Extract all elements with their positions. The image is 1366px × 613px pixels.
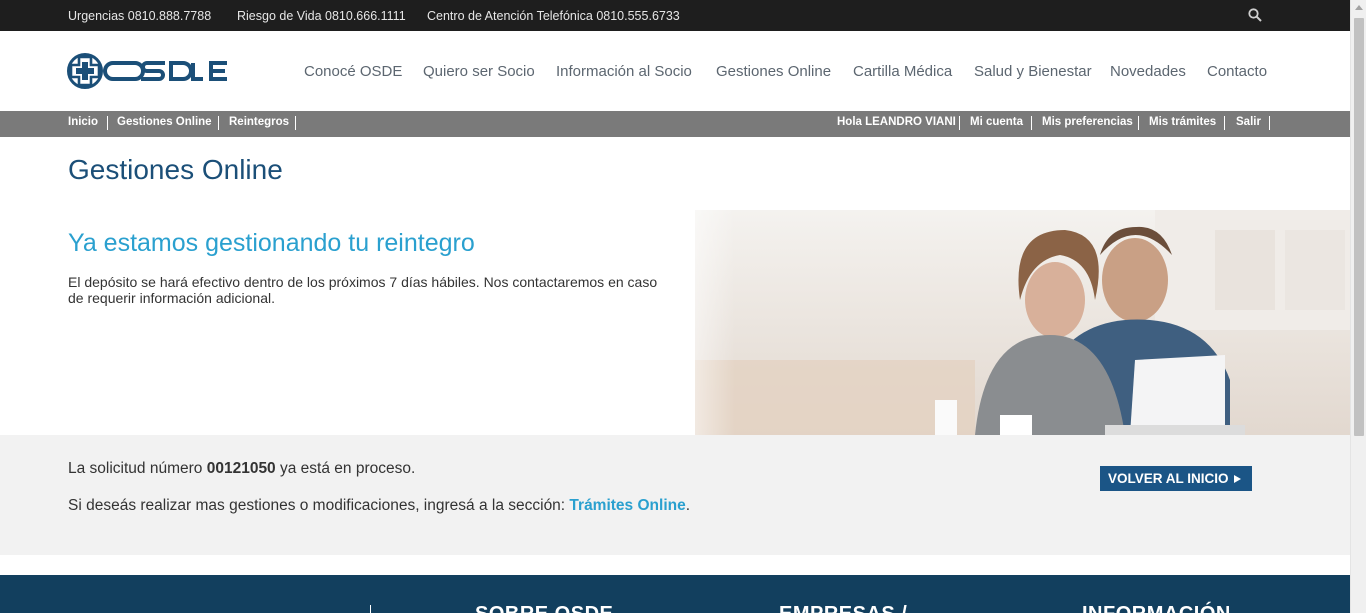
request-status-line: La solicitud número 00121050 ya está en …: [68, 460, 415, 478]
breadcrumb-gestiones-online[interactable]: Gestiones Online: [117, 116, 212, 128]
volver-inicio-button[interactable]: VOLVER AL INICIO: [1100, 466, 1252, 491]
osde-logo[interactable]: [67, 52, 229, 90]
mis-preferencias-link[interactable]: Mis preferencias: [1042, 116, 1133, 128]
tramites-online-link[interactable]: Trámites Online: [569, 497, 685, 514]
centro-atencion-phone[interactable]: Centro de Atención Telefónica 0810.555.6…: [427, 9, 680, 23]
footer-empresas[interactable]: EMPRESAS /: [779, 603, 907, 613]
separator: [1224, 116, 1225, 130]
scroll-up-icon[interactable]: [1355, 5, 1363, 10]
status-prefix: La solicitud número: [68, 460, 207, 477]
user-greeting: Hola LEANDRO VIANI: [837, 116, 956, 128]
request-number: 00121050: [206, 460, 276, 477]
separator: [959, 116, 960, 130]
mis-tramites-link[interactable]: Mis trámites: [1149, 116, 1216, 128]
breadcrumb-reintegros[interactable]: Reintegros: [229, 116, 289, 128]
scrollbar-thumb[interactable]: [1354, 18, 1364, 436]
riesgo-vida-phone[interactable]: Riesgo de Vida 0810.666.1111: [237, 9, 406, 23]
nav-salud-bienestar[interactable]: Salud y Bienestar: [974, 63, 1092, 80]
page-scrollbar[interactable]: [1350, 0, 1366, 613]
separator: [218, 116, 219, 130]
more-actions-suffix: .: [685, 497, 691, 514]
footer-sobre-osde[interactable]: SOBRE OSDE: [475, 603, 613, 613]
hero-description: El depósito se hará efectivo dentro de l…: [68, 274, 658, 306]
nav-novedades[interactable]: Novedades: [1110, 63, 1186, 80]
volver-inicio-label: VOLVER AL INICIO: [1108, 471, 1229, 486]
separator: [1138, 116, 1139, 130]
hero-title: Ya estamos gestionando tu reintegro: [68, 229, 475, 257]
nav-conoce-osde[interactable]: Conocé OSDE: [304, 63, 402, 80]
site-footer: SOBRE OSDE EMPRESAS / INFORMACIÓN: [0, 575, 1350, 613]
mi-cuenta-link[interactable]: Mi cuenta: [970, 116, 1023, 128]
breadcrumb-inicio[interactable]: Inicio: [68, 116, 98, 128]
status-suffix: ya está en proceso.: [275, 460, 416, 477]
nav-informacion-socio[interactable]: Información al Socio: [556, 63, 692, 80]
nav-cartilla-medica[interactable]: Cartilla Médica: [853, 63, 952, 80]
separator: [295, 116, 296, 130]
site-header: Conocé OSDE Quiero ser Socio Información…: [0, 31, 1350, 111]
nav-gestiones-online[interactable]: Gestiones Online: [716, 63, 831, 80]
couple-laptop-image: [695, 210, 1350, 435]
salir-link[interactable]: Salir: [1236, 116, 1261, 128]
hero-fade: [655, 210, 735, 435]
more-actions-line: Si deseás realizar mas gestiones o modif…: [68, 497, 690, 515]
request-status: La solicitud número 00121050 ya está en …: [0, 435, 1350, 555]
nav-contacto[interactable]: Contacto: [1207, 63, 1267, 80]
urgencias-phone[interactable]: Urgencias 0810.888.7788: [68, 9, 211, 23]
separator: [1031, 116, 1032, 130]
play-arrow-icon: [1233, 475, 1241, 483]
more-actions-prefix: Si deseás realizar mas gestiones o modif…: [68, 497, 570, 514]
hero-banner: Ya estamos gestionando tu reintegro El d…: [0, 210, 1350, 435]
breadcrumb: Inicio Gestiones Online Reintegros Hola …: [0, 111, 1350, 137]
footer-informacion[interactable]: INFORMACIÓN: [1082, 603, 1231, 613]
nav-quiero-ser-socio[interactable]: Quiero ser Socio: [423, 63, 535, 80]
separator: [1269, 116, 1270, 130]
separator: [107, 116, 108, 130]
search-icon[interactable]: [1248, 8, 1262, 22]
footer-divider: [370, 605, 371, 613]
top-contact-bar: Urgencias 0810.888.7788 Riesgo de Vida 0…: [0, 0, 1350, 31]
page-title: Gestiones Online: [68, 154, 283, 185]
